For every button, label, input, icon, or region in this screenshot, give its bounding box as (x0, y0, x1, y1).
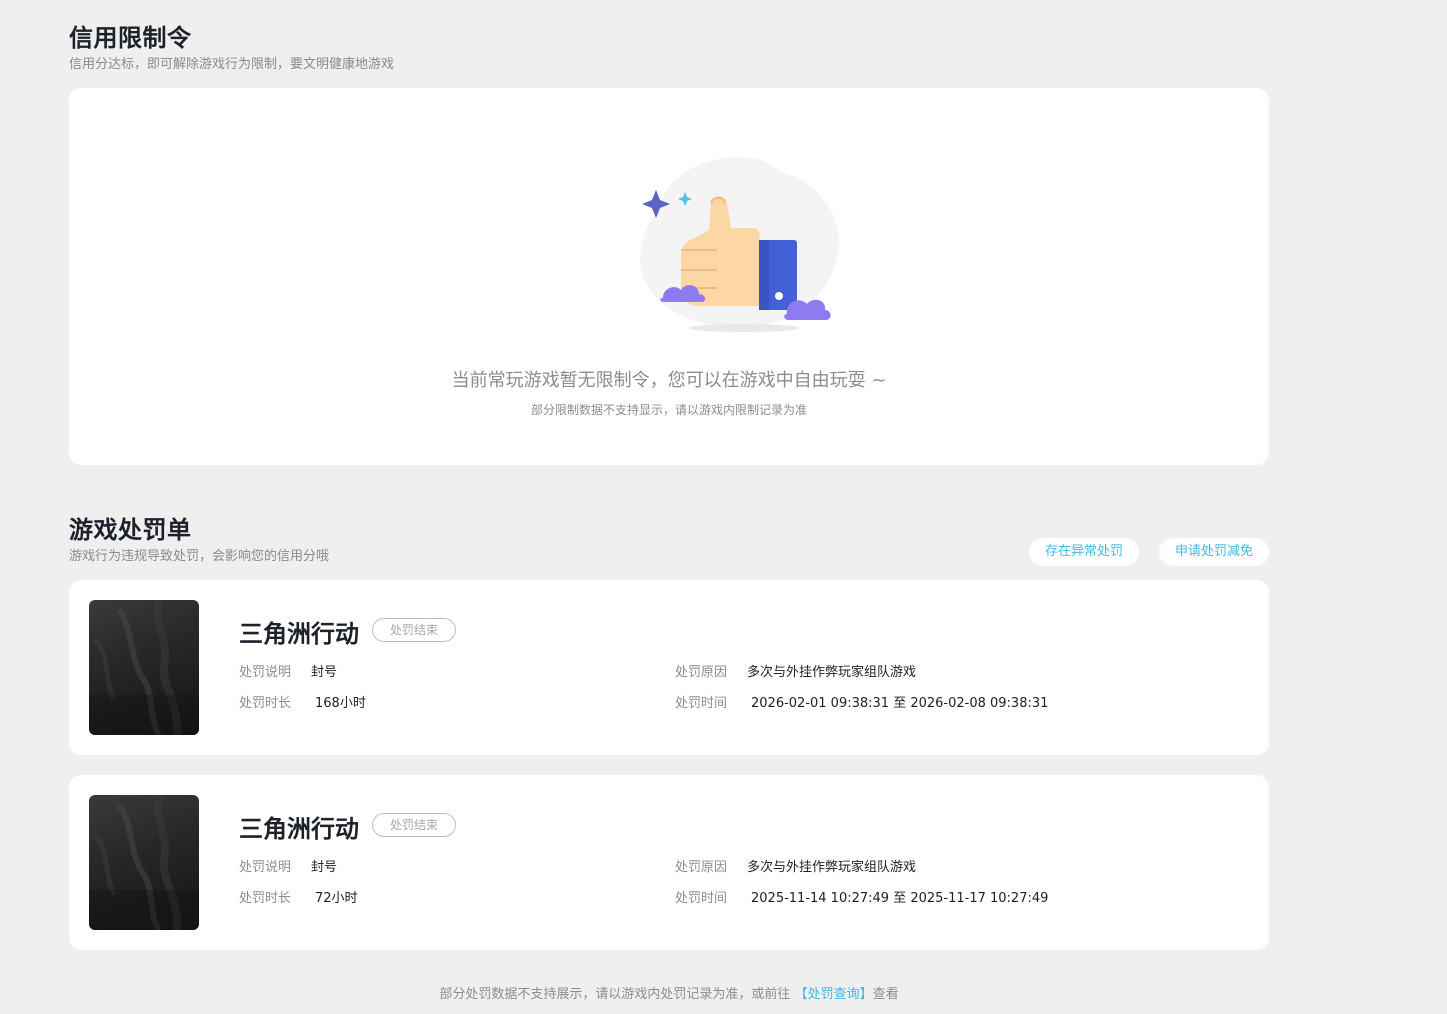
penalty-duration-label: 处罚时长 (239, 696, 292, 711)
apply-reduction-button[interactable]: 申请处罚减免 (1159, 538, 1269, 566)
penalty-reason-value: 多次与外挂作弊玩家组队游戏 (747, 860, 917, 875)
penalty-duration-label: 处罚时长 (239, 891, 292, 906)
penalty-desc-value: 封号 (311, 665, 338, 680)
credit-title: 信用限制令 (69, 24, 192, 52)
penalty-card[interactable]: 三角洲行动 处罚结束 处罚说明 封号 处罚时长 72小时 处罚原因 多次与外挂作… (69, 775, 1269, 950)
abnormal-penalty-button[interactable]: 存在异常处罚 (1029, 538, 1139, 566)
game-name: 三角洲行动 (239, 815, 359, 843)
game-cover-image (89, 795, 199, 930)
status-badge: 处罚结束 (372, 813, 456, 837)
penalty-subtitle: 游戏行为违规导致处罚，会影响您的信用分哦 (69, 549, 330, 564)
empty-state-note: 部分限制数据不支持显示，请以游戏内限制记录为准 (530, 403, 807, 417)
penalty-desc-label: 处罚说明 (239, 665, 292, 680)
game-cover-image (89, 600, 199, 735)
penalty-duration-value: 72小时 (315, 891, 358, 906)
penalty-time-value: 2026-02-01 09:38:31 至 2026-02-08 09:38:3… (751, 696, 1049, 711)
game-name: 三角洲行动 (239, 620, 359, 648)
footer-note-text: 部分处罚数据不支持展示，请以游戏内处罚记录为准，或前往 (439, 987, 791, 1002)
penalty-desc-value: 封号 (311, 860, 338, 875)
penalty-reason-label: 处罚原因 (675, 860, 728, 875)
penalty-title: 游戏处罚单 (69, 516, 192, 544)
penalty-time-label: 处罚时间 (675, 696, 728, 711)
penalty-duration-value: 168小时 (315, 696, 366, 711)
penalty-reason-value: 多次与外挂作弊玩家组队游戏 (747, 665, 917, 680)
status-badge: 处罚结束 (372, 618, 456, 642)
thumbs-up-illustration (629, 148, 849, 338)
credit-subtitle: 信用分达标，即可解除游戏行为限制，要文明健康地游戏 (69, 57, 395, 72)
credit-empty-card: 当前常玩游戏暂无限制令，您可以在游戏中自由玩耍 ~ 部分限制数据不支持显示，请以… (69, 88, 1269, 465)
penalty-card[interactable]: 三角洲行动 处罚结束 处罚说明 封号 处罚时长 168小时 处罚原因 多次与外挂… (69, 580, 1269, 755)
footer-note-suffix: 查看 (872, 987, 899, 1002)
penalty-time-label: 处罚时间 (675, 891, 728, 906)
penalty-reason-label: 处罚原因 (675, 665, 728, 680)
footer-note: 部分处罚数据不支持展示，请以游戏内处罚记录为准，或前往 【处罚查询】查看 (0, 983, 1338, 1002)
empty-state-message: 当前常玩游戏暂无限制令，您可以在游戏中自由玩耍 ~ (451, 370, 887, 391)
penalty-query-link[interactable]: 【处罚查询】 (795, 987, 873, 1002)
penalty-desc-label: 处罚说明 (239, 860, 292, 875)
penalty-time-value: 2025-11-14 10:27:49 至 2025-11-17 10:27:4… (751, 891, 1049, 906)
